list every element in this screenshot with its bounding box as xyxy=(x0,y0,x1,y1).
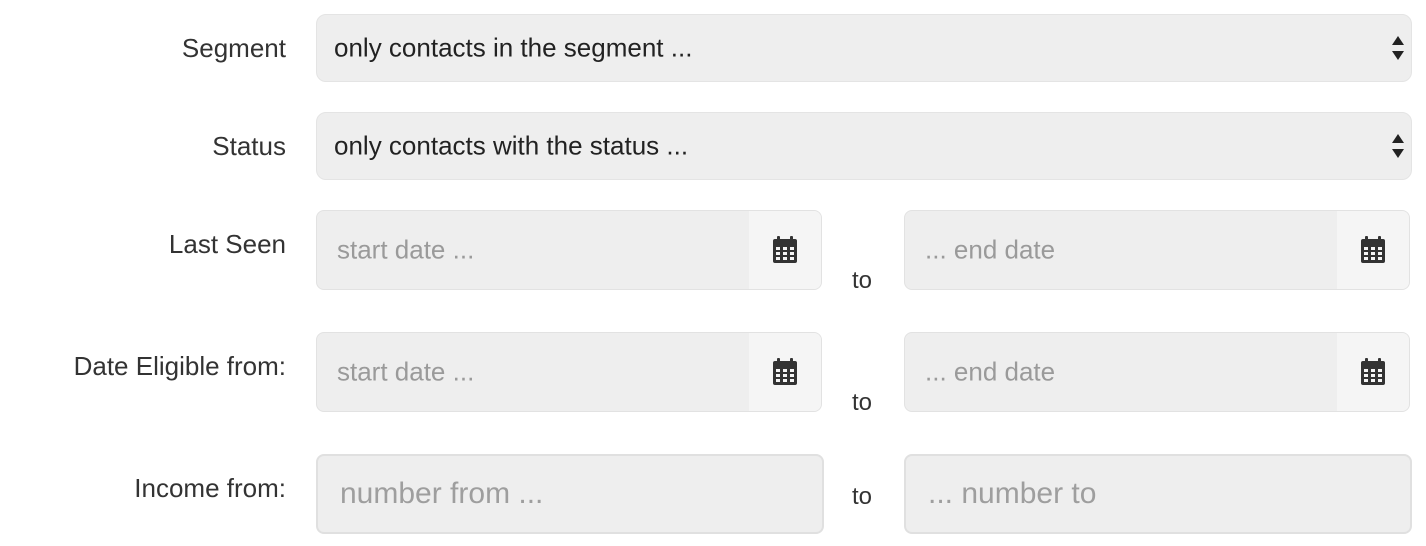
date-eligible-start-placeholder: start date ... xyxy=(337,356,475,387)
date-eligible-to-separator: to xyxy=(852,389,873,416)
status-label: Status xyxy=(212,131,286,161)
last-seen-start-placeholder: start date ... xyxy=(337,234,475,265)
income-to-input[interactable]: ... number to xyxy=(904,454,1412,534)
income-label: Income from: xyxy=(134,473,286,503)
calendar-icon xyxy=(773,236,797,263)
income-from-placeholder: number from ... xyxy=(340,477,544,510)
date-eligible-end-calendar-button[interactable] xyxy=(1337,333,1409,411)
up-down-arrows-icon xyxy=(1392,36,1404,60)
income-to-placeholder: ... number to xyxy=(928,477,1097,510)
last-seen-to-separator: to xyxy=(852,267,873,294)
segment-select[interactable]: only contacts in the segment ... xyxy=(316,14,1412,82)
date-eligible-start-calendar-button[interactable] xyxy=(749,333,821,411)
last-seen-start-date-input[interactable]: start date ... xyxy=(316,210,822,290)
status-select[interactable]: only contacts with the status ... xyxy=(316,112,1412,180)
last-seen-start-calendar-button[interactable] xyxy=(749,211,821,289)
status-select-value: only contacts with the status ... xyxy=(334,130,689,161)
last-seen-end-calendar-button[interactable] xyxy=(1337,211,1409,289)
date-eligible-start-date-input[interactable]: start date ... xyxy=(316,332,822,412)
date-eligible-end-placeholder: ... end date xyxy=(925,356,1056,387)
segment-select-value: only contacts in the segment ... xyxy=(334,32,693,63)
last-seen-label: Last Seen xyxy=(168,229,286,259)
date-eligible-end-date-input[interactable]: ... end date xyxy=(904,332,1410,412)
calendar-icon xyxy=(1361,358,1385,385)
date-eligible-label: Date Eligible from: xyxy=(73,351,286,381)
up-down-arrows-icon xyxy=(1392,134,1404,158)
last-seen-end-date-input[interactable]: ... end date xyxy=(904,210,1410,290)
last-seen-end-placeholder: ... end date xyxy=(925,234,1056,265)
calendar-icon xyxy=(773,358,797,385)
calendar-icon xyxy=(1361,236,1385,263)
segment-label: Segment xyxy=(181,33,286,63)
income-from-input[interactable]: number from ... xyxy=(316,454,824,534)
filter-form: Segment only contacts in the segment ...… xyxy=(0,0,1426,546)
income-to-separator: to xyxy=(852,483,873,510)
